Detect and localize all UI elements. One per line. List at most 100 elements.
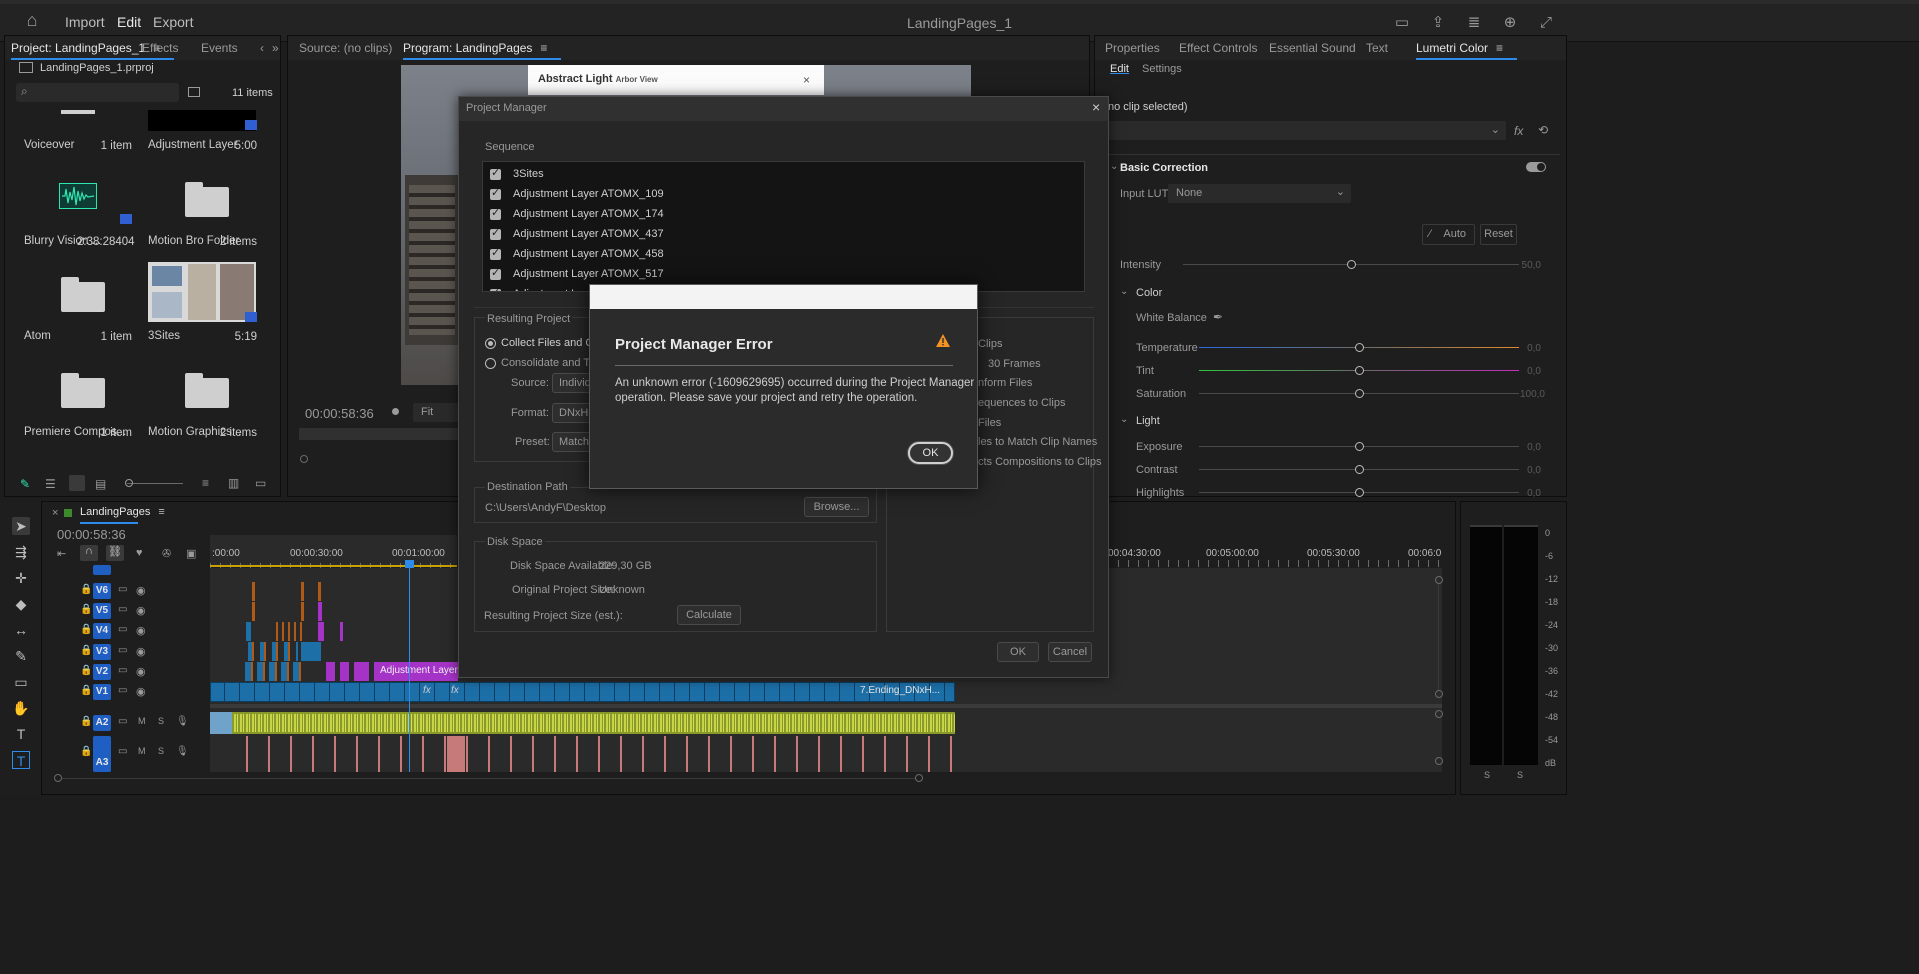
sequence-row-label[interactable]: Adjustment Layer	[513, 288, 599, 291]
temperature-value[interactable]: 0,0	[1501, 343, 1541, 354]
sync-lock-icon[interactable]: ▭	[118, 665, 127, 676]
microphone-icon[interactable]: 🎙	[176, 746, 189, 757]
h-scroll-track[interactable]	[62, 778, 915, 779]
v-scroll-knob[interactable]	[1435, 710, 1443, 718]
timeline-timecode[interactable]: 00:00:58:36	[57, 527, 126, 542]
track-badge-v6[interactable]: V6	[93, 583, 111, 599]
lock-icon[interactable]: 🔒	[80, 624, 92, 635]
v5-clip[interactable]	[252, 602, 255, 621]
sequence-checkbox[interactable]	[490, 226, 501, 240]
tab-properties[interactable]: Properties	[1105, 41, 1160, 55]
lock-icon[interactable]: 🔒	[80, 665, 92, 676]
program-timecode[interactable]: 00:00:58:36	[305, 406, 374, 421]
playhead-handle[interactable]	[405, 560, 414, 568]
chevron-down-icon[interactable]: ⌄	[1110, 161, 1118, 172]
v2-clip[interactable]	[340, 662, 349, 681]
track-select-icon[interactable]: ⇶	[12, 543, 30, 561]
a3-audio-clip[interactable]	[447, 736, 465, 772]
project-item-name[interactable]: 3Sites	[148, 330, 180, 342]
track-badge-v1[interactable]: V1	[93, 684, 111, 700]
meter-solo-right[interactable]: S	[1517, 770, 1523, 780]
settings-wrench-icon[interactable]: ✇	[162, 547, 171, 560]
v-scroll-knob[interactable]	[1435, 757, 1443, 765]
zoom-slider[interactable]	[127, 483, 183, 484]
lock-icon[interactable]: 🔒	[80, 685, 92, 696]
rectangle-icon[interactable]: ▭	[12, 673, 30, 691]
menu-edit[interactable]: Edit	[117, 14, 141, 30]
lock-icon[interactable]: 🔒	[80, 604, 92, 615]
share-icon[interactable]: ⇪	[1429, 15, 1447, 31]
menu-export[interactable]: Export	[153, 14, 193, 30]
collect-radio[interactable]	[485, 338, 496, 349]
calculate-button[interactable]: Calculate	[677, 605, 741, 625]
option-label[interactable]: les to Match Clip Names	[978, 436, 1097, 448]
lock-icon[interactable]: 🔒	[80, 746, 92, 757]
v3-clip[interactable]	[301, 642, 321, 661]
folder-icon[interactable]	[185, 182, 229, 217]
option-label[interactable]: Files	[978, 417, 1001, 429]
playhead-line[interactable]	[409, 560, 410, 772]
track-badge-v7[interactable]	[93, 565, 111, 575]
type-icon[interactable]: T	[12, 725, 30, 743]
track-badge-a3[interactable]: A3	[93, 736, 111, 772]
temperature-slider-knob[interactable]	[1355, 343, 1364, 352]
v5-clip[interactable]	[301, 602, 304, 621]
captions-icon[interactable]: ▣	[186, 547, 196, 560]
eyedropper-icon[interactable]: ✒	[1213, 310, 1223, 324]
sequence-checkbox[interactable]	[490, 166, 501, 180]
contrast-slider-knob[interactable]	[1355, 465, 1364, 474]
ending-clip-label[interactable]: 7.Ending_DNxH...	[860, 685, 940, 696]
mute-button[interactable]: M	[138, 746, 146, 756]
pm-ok-button[interactable]: OK	[997, 642, 1039, 662]
color-section-header[interactable]: Color	[1136, 287, 1162, 299]
intensity-value[interactable]: 50,0	[1501, 260, 1541, 271]
consolidate-radio[interactable]	[485, 358, 496, 369]
v4-clip[interactable]	[246, 622, 251, 641]
project-item-name[interactable]: Voiceover	[24, 139, 75, 151]
tab-text[interactable]: Text	[1366, 41, 1388, 55]
lock-icon[interactable]: 🔒	[80, 645, 92, 656]
tab-essential-sound[interactable]: Essential Sound	[1269, 41, 1356, 55]
sync-lock-icon[interactable]: ▭	[118, 716, 127, 727]
v2-clip-group[interactable]	[245, 662, 305, 681]
saturation-slider-knob[interactable]	[1355, 389, 1364, 398]
tab-overflow-icon[interactable]: ‹	[260, 41, 264, 55]
menu-import[interactable]: Import	[65, 14, 105, 30]
v-scroll-knob[interactable]	[1435, 690, 1443, 698]
v6-clip[interactable]	[301, 582, 304, 601]
v5-clip[interactable]	[318, 602, 322, 621]
v-scroll-track[interactable]	[1438, 584, 1439, 690]
freeform-view-icon[interactable]: ▤	[95, 477, 106, 491]
lock-icon[interactable]: 🔒	[80, 716, 92, 727]
reset-button[interactable]: Reset	[1480, 224, 1517, 245]
sync-lock-icon[interactable]: ▭	[118, 584, 127, 595]
3sites-thumbnail[interactable]	[148, 262, 256, 322]
track-badge-v5[interactable]: V5	[93, 603, 111, 619]
linked-selection-icon[interactable]: ⛓	[106, 545, 124, 561]
v6-clip[interactable]	[318, 582, 321, 601]
sort-icon[interactable]: ≡	[202, 476, 209, 490]
tint-slider-knob[interactable]	[1355, 366, 1364, 375]
a3-audio-clips[interactable]	[232, 736, 956, 772]
zoom-slider-knob[interactable]	[125, 479, 133, 487]
reset-icon[interactable]: ⟲	[1538, 123, 1548, 137]
option-label[interactable]: 30 Frames	[988, 358, 1041, 370]
lock-icon[interactable]: 🔒	[80, 584, 92, 595]
hand-icon[interactable]: ✋	[12, 699, 30, 717]
add-marker-icon[interactable]: ♥	[136, 547, 143, 559]
workspace-icon[interactable]: ▭	[1393, 15, 1411, 31]
slip-icon[interactable]: ↔	[12, 621, 30, 639]
exposure-slider-knob[interactable]	[1355, 442, 1364, 451]
ripple-edit-icon[interactable]: ✛	[12, 569, 30, 587]
selection-tool-icon[interactable]: ➤	[12, 517, 30, 535]
pen-icon[interactable]: ✎	[12, 647, 30, 665]
tab-program[interactable]: Program: LandingPages ≡	[403, 41, 562, 60]
tab-project[interactable]: Project: LandingPages_1 ≡	[11, 41, 175, 60]
eye-icon[interactable]: ◉	[136, 624, 146, 637]
new-folder-icon[interactable]: ▭	[255, 476, 266, 490]
icon-view-icon[interactable]	[69, 475, 85, 491]
sequence-checkbox[interactable]	[490, 186, 501, 200]
eye-icon[interactable]: ◉	[136, 665, 146, 678]
track-divider[interactable]	[210, 704, 1442, 708]
chevron-down-icon[interactable]: ⌄	[1120, 414, 1128, 425]
